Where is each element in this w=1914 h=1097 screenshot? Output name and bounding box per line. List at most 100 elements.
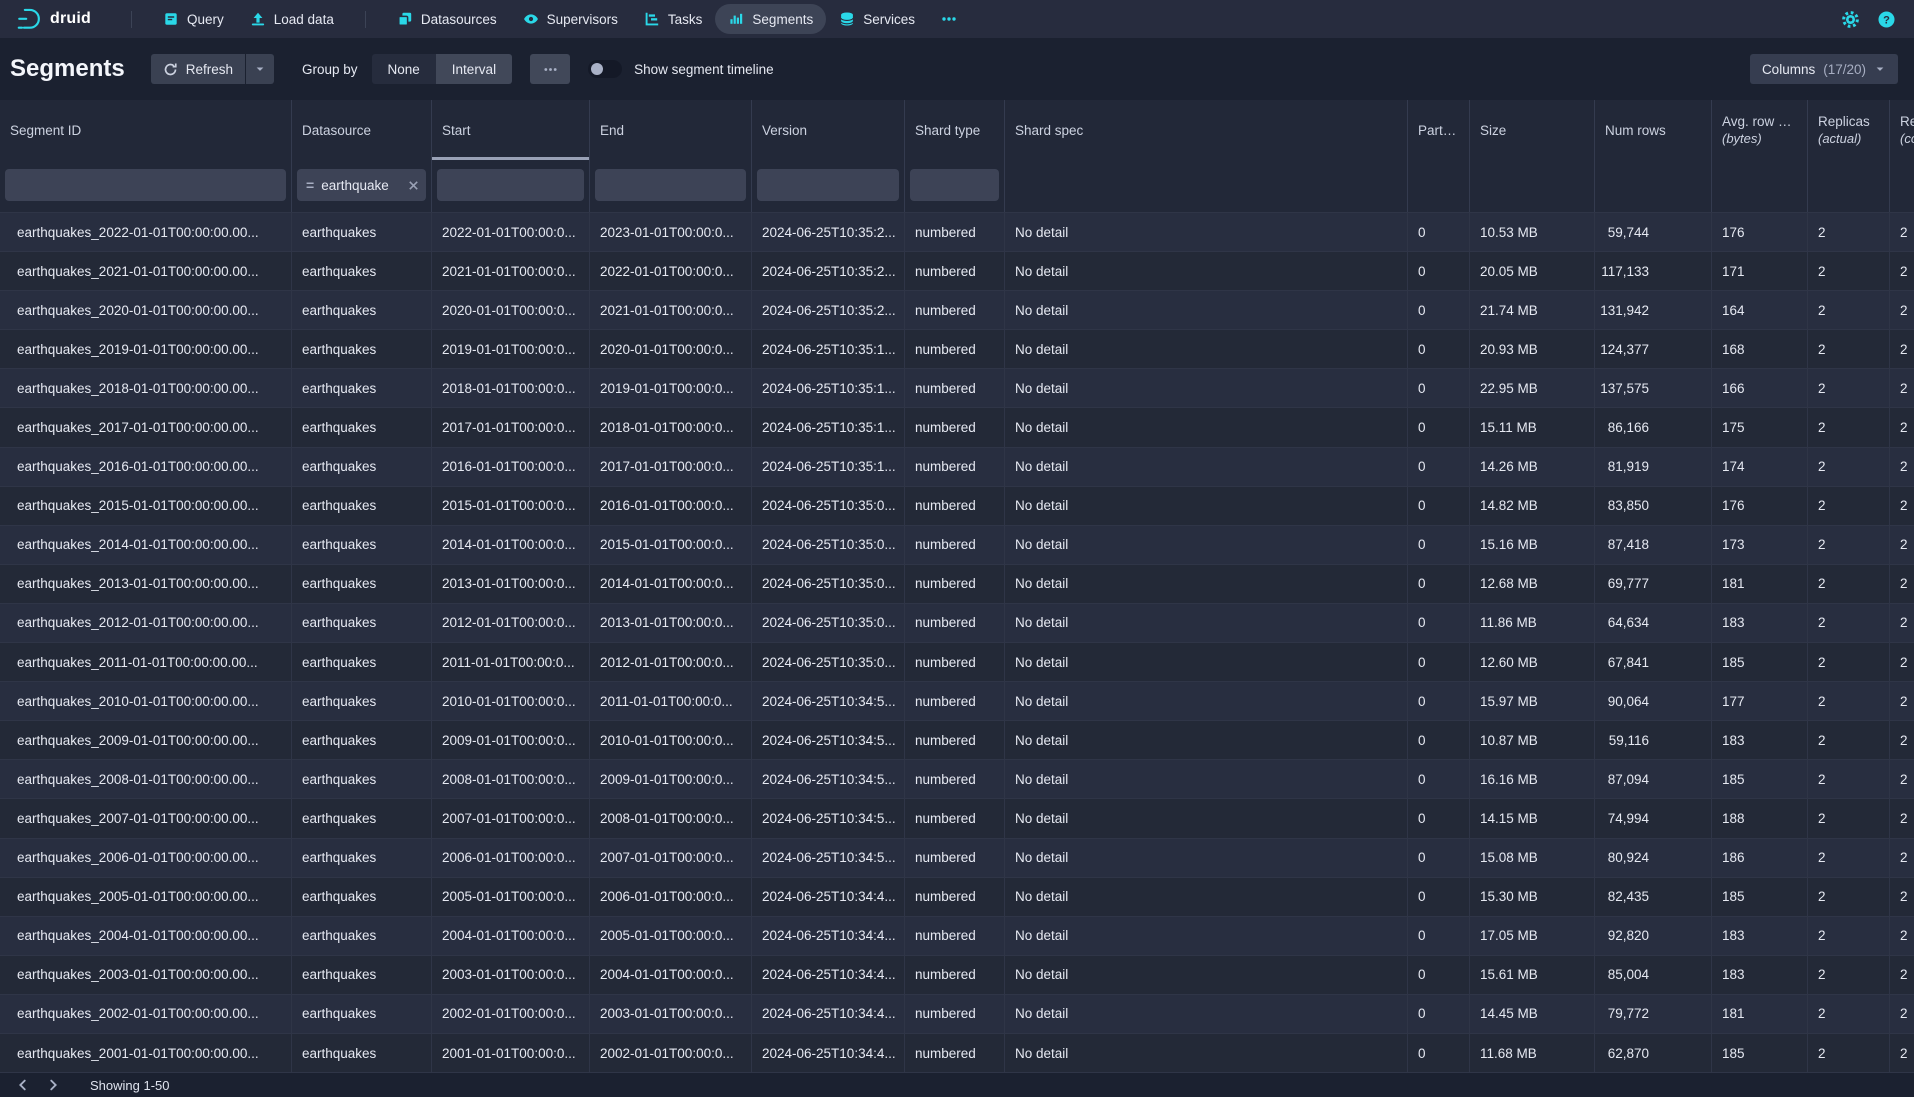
group-by-none-button[interactable]: None <box>372 54 436 84</box>
cell-partition[interactable]: 0 <box>1408 291 1470 330</box>
nav-item-tasks[interactable]: Tasks <box>631 4 716 34</box>
cell-start[interactable]: 2011-01-01T00:00:0... <box>432 643 590 682</box>
cell-end[interactable]: 2004-01-01T00:00:0... <box>590 956 752 995</box>
cell-version[interactable]: 2024-06-25T10:34:4... <box>752 956 905 995</box>
cell-end[interactable]: 2017-01-01T00:00:0... <box>590 448 752 487</box>
cell-version[interactable]: 2024-06-25T10:35:0... <box>752 643 905 682</box>
cell-id[interactable]: earthquakes_2003-01-01T00:00:00.00... <box>0 956 292 995</box>
cell-start[interactable]: 2014-01-01T00:00:0... <box>432 526 590 565</box>
column-header-start[interactable]: Start <box>432 100 590 160</box>
cell-num_rows[interactable]: 74,994 <box>1595 799 1712 838</box>
cell-datasource[interactable]: earthquakes <box>292 213 432 252</box>
cell-shard_type[interactable]: numbered <box>905 839 1005 878</box>
cell-partition[interactable]: 0 <box>1408 878 1470 917</box>
cell-avg_row_size[interactable]: 185 <box>1712 878 1808 917</box>
cell-size[interactable]: 10.87 MB <box>1470 721 1595 760</box>
cell-datasource[interactable]: earthquakes <box>292 565 432 604</box>
cell-start[interactable]: 2009-01-01T00:00:0... <box>432 721 590 760</box>
cell-id[interactable]: earthquakes_2017-01-01T00:00:00.00... <box>0 408 292 447</box>
cell-shard_type[interactable]: numbered <box>905 604 1005 643</box>
cell-shard_type[interactable]: numbered <box>905 1034 1005 1073</box>
cell-size[interactable]: 14.82 MB <box>1470 487 1595 526</box>
cell-replication_factor[interactable]: 2 <box>1890 526 1914 565</box>
cell-version[interactable]: 2024-06-25T10:35:1... <box>752 408 905 447</box>
cell-replicas[interactable]: 2 <box>1808 565 1890 604</box>
columns-button[interactable]: Columns (17/20) <box>1750 54 1898 84</box>
cell-replication_factor[interactable]: 2 <box>1890 213 1914 252</box>
cell-id[interactable]: earthquakes_2015-01-01T00:00:00.00... <box>0 487 292 526</box>
cell-datasource[interactable]: earthquakes <box>292 721 432 760</box>
cell-version[interactable]: 2024-06-25T10:34:5... <box>752 839 905 878</box>
cell-start[interactable]: 2001-01-01T00:00:0... <box>432 1034 590 1073</box>
cell-partition[interactable]: 0 <box>1408 643 1470 682</box>
cell-version[interactable]: 2024-06-25T10:34:5... <box>752 682 905 721</box>
cell-num_rows[interactable]: 117,133 <box>1595 252 1712 291</box>
cell-shard_spec[interactable]: No detail <box>1005 760 1408 799</box>
cell-shard_type[interactable]: numbered <box>905 565 1005 604</box>
filter-input-end[interactable] <box>595 169 746 201</box>
cell-version[interactable]: 2024-06-25T10:35:0... <box>752 604 905 643</box>
cell-replicas[interactable]: 2 <box>1808 291 1890 330</box>
cell-replication_factor[interactable]: 2 <box>1890 760 1914 799</box>
cell-end[interactable]: 2023-01-01T00:00:0... <box>590 213 752 252</box>
cell-shard_spec[interactable]: No detail <box>1005 878 1408 917</box>
cell-id[interactable]: earthquakes_2016-01-01T00:00:00.00... <box>0 448 292 487</box>
cell-end[interactable]: 2007-01-01T00:00:0... <box>590 839 752 878</box>
cell-start[interactable]: 2005-01-01T00:00:0... <box>432 878 590 917</box>
cell-size[interactable]: 14.45 MB <box>1470 995 1595 1034</box>
cell-id[interactable]: earthquakes_2001-01-01T00:00:00.00... <box>0 1034 292 1073</box>
cell-shard_type[interactable]: numbered <box>905 291 1005 330</box>
cell-size[interactable]: 20.05 MB <box>1470 252 1595 291</box>
cell-replication_factor[interactable]: 2 <box>1890 917 1914 956</box>
cell-replicas[interactable]: 2 <box>1808 1034 1890 1073</box>
cell-partition[interactable]: 0 <box>1408 604 1470 643</box>
segment-timeline-toggle[interactable] <box>588 60 622 78</box>
cell-num_rows[interactable]: 137,575 <box>1595 369 1712 408</box>
cell-end[interactable]: 2021-01-01T00:00:0... <box>590 291 752 330</box>
nav-item-load-data[interactable]: Load data <box>237 4 347 34</box>
cell-version[interactable]: 2024-06-25T10:35:2... <box>752 213 905 252</box>
cell-datasource[interactable]: earthquakes <box>292 369 432 408</box>
cell-avg_row_size[interactable]: 181 <box>1712 565 1808 604</box>
cell-shard_spec[interactable]: No detail <box>1005 799 1408 838</box>
cell-version[interactable]: 2024-06-25T10:35:2... <box>752 291 905 330</box>
cell-shard_type[interactable]: numbered <box>905 408 1005 447</box>
cell-num_rows[interactable]: 59,116 <box>1595 721 1712 760</box>
cell-partition[interactable]: 0 <box>1408 526 1470 565</box>
cell-version[interactable]: 2024-06-25T10:34:4... <box>752 995 905 1034</box>
cell-datasource[interactable]: earthquakes <box>292 682 432 721</box>
nav-item-services[interactable]: Services <box>826 4 928 34</box>
cell-size[interactable]: 17.05 MB <box>1470 917 1595 956</box>
cell-partition[interactable]: 0 <box>1408 487 1470 526</box>
refresh-caret-button[interactable] <box>246 54 274 84</box>
cell-replication_factor[interactable]: 2 <box>1890 799 1914 838</box>
filter-input-start[interactable] <box>437 169 584 201</box>
cell-shard_type[interactable]: numbered <box>905 760 1005 799</box>
column-header-shard_spec[interactable]: Shard spec <box>1005 100 1408 160</box>
cell-id[interactable]: earthquakes_2007-01-01T00:00:00.00... <box>0 799 292 838</box>
column-header-replicas[interactable]: Replicas(actual) <box>1808 100 1890 160</box>
next-page-button[interactable] <box>38 1074 68 1096</box>
cell-end[interactable]: 2022-01-01T00:00:0... <box>590 252 752 291</box>
cell-avg_row_size[interactable]: 186 <box>1712 839 1808 878</box>
cell-id[interactable]: earthquakes_2005-01-01T00:00:00.00... <box>0 878 292 917</box>
cell-avg_row_size[interactable]: 181 <box>1712 995 1808 1034</box>
cell-version[interactable]: 2024-06-25T10:34:4... <box>752 917 905 956</box>
nav-item-datasources[interactable]: Datasources <box>384 4 510 34</box>
cell-replicas[interactable]: 2 <box>1808 956 1890 995</box>
cell-end[interactable]: 2003-01-01T00:00:0... <box>590 995 752 1034</box>
cell-replication_factor[interactable]: 2 <box>1890 369 1914 408</box>
cell-version[interactable]: 2024-06-25T10:35:0... <box>752 565 905 604</box>
cell-start[interactable]: 2013-01-01T00:00:0... <box>432 565 590 604</box>
cell-partition[interactable]: 0 <box>1408 839 1470 878</box>
cell-avg_row_size[interactable]: 185 <box>1712 643 1808 682</box>
cell-id[interactable]: earthquakes_2004-01-01T00:00:00.00... <box>0 917 292 956</box>
cell-end[interactable]: 2002-01-01T00:00:0... <box>590 1034 752 1073</box>
previous-page-button[interactable] <box>8 1074 38 1096</box>
cell-size[interactable]: 15.61 MB <box>1470 956 1595 995</box>
cell-id[interactable]: earthquakes_2021-01-01T00:00:00.00... <box>0 252 292 291</box>
group-by-interval-button[interactable]: Interval <box>436 54 512 84</box>
cell-replication_factor[interactable]: 2 <box>1890 878 1914 917</box>
cell-shard_spec[interactable]: No detail <box>1005 252 1408 291</box>
cell-start[interactable]: 2022-01-01T00:00:0... <box>432 213 590 252</box>
